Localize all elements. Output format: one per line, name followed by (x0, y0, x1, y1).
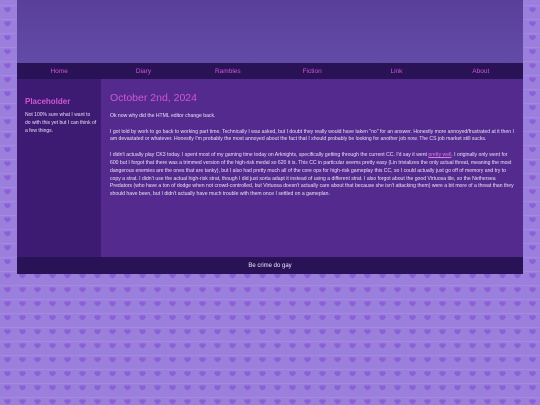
sidebar-text: Not 100% sure what I want to do with thi… (25, 112, 97, 134)
site-header-banner (17, 0, 523, 63)
entry-paragraph-3: I didn't actually play CK3 today. I spen… (110, 152, 515, 199)
nav-link[interactable]: Link (354, 68, 438, 75)
site-footer: Be crime do gay (17, 257, 523, 274)
entry-paragraph-2: I got told by work to go back to working… (110, 128, 514, 143)
sidebar: Placeholder Not 100% sure what I want to… (17, 79, 101, 257)
content-area: Placeholder Not 100% sure what I want to… (17, 79, 523, 257)
nav-rambles[interactable]: Rambles (186, 68, 270, 75)
nav-home[interactable]: Home (17, 68, 101, 75)
entry-paragraph-1: Ok now why did the HTML editor change ba… (110, 112, 216, 119)
pretty-well-link[interactable]: pretty well (428, 152, 451, 158)
entry-paragraph-3-start: I didn't actually play CK3 today. I spen… (110, 152, 429, 159)
entry-date: October 2nd, 2024 (110, 92, 197, 104)
sidebar-title: Placeholder (25, 97, 71, 106)
diary-entry: October 2nd, 2024 Ok now why did the HTM… (101, 79, 523, 257)
nav-about[interactable]: About (439, 68, 523, 75)
footer-text: Be crime do gay (248, 262, 292, 269)
main-nav: Home Diary Rambles Fiction Link About (17, 63, 523, 79)
nav-fiction[interactable]: Fiction (270, 68, 354, 75)
nav-diary[interactable]: Diary (101, 68, 185, 75)
entry-paragraph-3-end: . I originally only went for 600 but I f… (110, 152, 514, 198)
site-frame: Home Diary Rambles Fiction Link About Pl… (17, 0, 523, 274)
